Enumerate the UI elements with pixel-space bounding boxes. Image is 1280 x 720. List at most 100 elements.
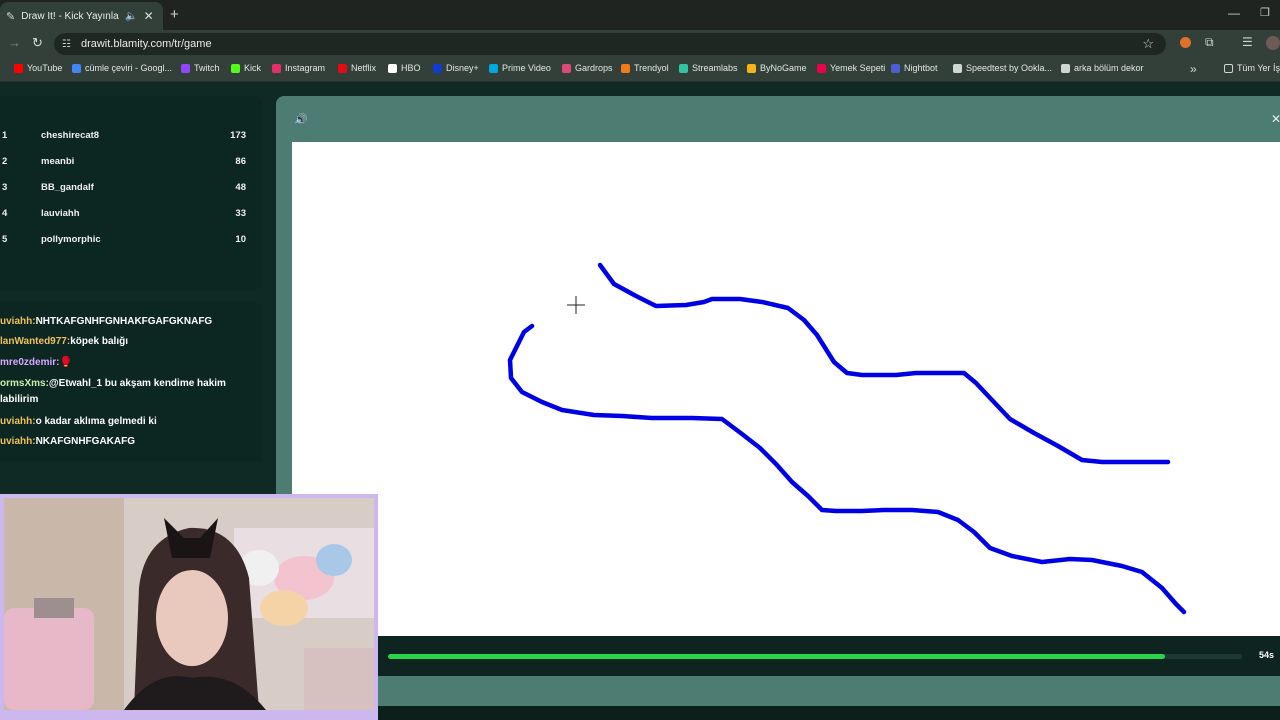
webcam-video	[4, 498, 374, 710]
chat-text: o kadar aklıma gelmedi ki	[35, 416, 157, 427]
bookmark-icon	[891, 63, 900, 73]
reload-icon[interactable]: ↻	[32, 35, 43, 51]
leaderboard-rank: 1	[2, 130, 8, 141]
bookmark-icon	[489, 63, 498, 73]
bookmark-icon	[272, 63, 281, 73]
timer-bar: 54s	[378, 636, 1280, 676]
bookmark-item[interactable]: Netflix	[338, 63, 376, 73]
forward-icon[interactable]: →	[8, 35, 21, 50]
all-bookmarks-button[interactable]: Tüm Yer İşa	[1224, 63, 1280, 73]
chat-username[interactable]: mre0zdemir:	[0, 357, 59, 368]
bookmark-item[interactable]: Prime Video	[489, 63, 551, 73]
chat-text: labilirim	[0, 394, 39, 405]
bookmark-item[interactable]: cümle çeviri - Googl...	[72, 63, 172, 73]
bookmark-label: Yemek Sepeti	[830, 63, 886, 73]
leaderboard-name: pollymorphic	[41, 234, 101, 245]
bookmark-icon	[433, 63, 442, 73]
speaker-icon[interactable]: 🔈	[125, 11, 137, 22]
bookmark-item[interactable]: Kick	[231, 63, 261, 73]
bookmark-icon	[747, 63, 756, 73]
bookmarks-bar: YouTube cümle çeviri - Googl... Twitch Kick…	[0, 58, 1280, 82]
bookmark-item[interactable]: HBO	[388, 63, 421, 73]
bookmark-label: YouTube	[27, 63, 63, 73]
chat-username[interactable]: uviahh:	[0, 316, 36, 327]
bookmark-item[interactable]: Instagram	[272, 63, 325, 73]
browser-toolbar: → ↻ ☷ drawit.blamity.com/tr/game ☆	[0, 30, 1280, 58]
drawing-canvas[interactable]	[292, 142, 1280, 636]
chat-username[interactable]: ormsXms:	[0, 378, 49, 389]
chat-username[interactable]: lanWanted977:	[0, 336, 70, 347]
chat-message: uviahh:NKAFGNHFGAKAFG	[0, 434, 250, 450]
address-bar[interactable]: ☷ drawit.blamity.com/tr/game ☆	[54, 33, 1166, 55]
close-icon[interactable]: ✕	[1271, 112, 1280, 126]
chat-message: ormsXms:@Etwahl_1 bu akşam kendime hakim	[0, 376, 250, 392]
browser-tab-bar: ✎ Draw It! - Kick Yayınları İçin 🔈 ✕ + —…	[0, 0, 1280, 30]
timer-progress-fill	[388, 654, 1166, 659]
bookmark-item[interactable]: Twitch	[181, 63, 220, 73]
bookmark-label: Trendyol	[634, 63, 669, 73]
bookmark-icon	[181, 63, 190, 73]
bookmark-label: Streamlabs	[692, 63, 738, 73]
leaderboard-score: 48	[235, 182, 246, 193]
sound-icon[interactable]: 🔊	[294, 113, 308, 126]
avatar[interactable]	[1266, 36, 1280, 50]
bookmark-icon	[953, 63, 962, 73]
site-info-icon[interactable]: ☷	[62, 39, 71, 50]
more-bookmarks-icon[interactable]: »	[1190, 62, 1197, 76]
drawing-stroke	[507, 323, 1187, 615]
chat-username[interactable]: uviahh:	[0, 436, 36, 447]
bookmark-icon	[231, 63, 240, 73]
bookmark-icon	[388, 63, 397, 73]
bookmark-item[interactable]: Yemek Sepeti	[817, 63, 885, 73]
pencil-icon: ✎	[6, 10, 16, 23]
drawing-svg	[507, 262, 1187, 615]
bookmark-icon	[562, 63, 571, 73]
minimize-icon[interactable]: —	[1228, 6, 1240, 20]
bookmark-item[interactable]: Streamlabs	[679, 63, 738, 73]
bookmark-item[interactable]: Trendyol	[621, 63, 669, 73]
game-footer	[378, 676, 1280, 706]
bookmark-label: Speedtest by Ookla...	[966, 63, 1053, 73]
leaderboard-score: 86	[235, 156, 246, 167]
bookmark-icon	[14, 63, 23, 73]
bookmark-item[interactable]: Gardrops	[562, 63, 613, 73]
media-controls-icon[interactable]: ☰	[1242, 35, 1253, 49]
leaderboard-row: 1 cheshirecat8 173	[0, 130, 250, 146]
bookmark-label: arka bölüm dekor	[1074, 63, 1144, 73]
leaderboard: 1 cheshirecat8 173 2 meanbi 86 3 BB_gandalf 48 4 l…	[0, 96, 262, 290]
bookmark-item[interactable]: Speedtest by Ookla...	[953, 63, 1052, 73]
crosshair-cursor	[567, 296, 585, 314]
bookmark-star-icon[interactable]: ☆	[1142, 36, 1154, 52]
drawing-stroke	[597, 262, 1171, 465]
bookmark-item[interactable]: Disney+	[433, 63, 479, 73]
bookmark-icon	[72, 63, 81, 73]
webcam-image	[4, 498, 374, 710]
bookmark-item[interactable]: YouTube	[14, 63, 62, 73]
bookmark-item[interactable]: arka bölüm dekor	[1061, 63, 1144, 73]
bookmark-icon	[338, 63, 347, 73]
leaderboard-rank: 4	[2, 208, 8, 219]
leaderboard-row: 3 BB_gandalf 48	[0, 182, 250, 198]
bookmark-item[interactable]: Nightbot	[891, 63, 938, 73]
browser-tab[interactable]: ✎ Draw It! - Kick Yayınları İçin 🔈 ✕	[0, 2, 163, 30]
leaderboard-rank: 2	[2, 156, 8, 167]
chat-text: @Etwahl_1 bu akşam kendime hakim	[48, 378, 226, 389]
chat-message: mre0zdemir:🥊	[0, 355, 250, 371]
bookmark-label: cümle çeviri - Googl...	[85, 63, 173, 73]
new-tab-icon[interactable]: +	[170, 6, 179, 23]
chat-text: 🥊	[59, 357, 72, 368]
extensions-puzzle-icon[interactable]: ⧉	[1205, 35, 1214, 50]
bookmark-icon	[621, 63, 630, 73]
bookmark-label: HBO	[401, 63, 421, 73]
extension-icon[interactable]	[1180, 37, 1191, 48]
chat-message: labilirim	[0, 392, 250, 408]
webcam-overlay	[0, 494, 378, 720]
maximize-icon[interactable]: ❐	[1260, 6, 1270, 19]
bookmark-label: Kick	[244, 63, 262, 73]
leaderboard-name: cheshirecat8	[41, 130, 100, 141]
bookmark-item[interactable]: ByNoGame	[747, 63, 807, 73]
chat-message: lanWanted977:köpek balığı	[0, 334, 250, 350]
close-tab-icon[interactable]: ✕	[144, 9, 154, 23]
chat-text: NKAFGNHFGAKAFG	[35, 436, 135, 447]
chat-username[interactable]: uviahh:	[0, 416, 36, 427]
